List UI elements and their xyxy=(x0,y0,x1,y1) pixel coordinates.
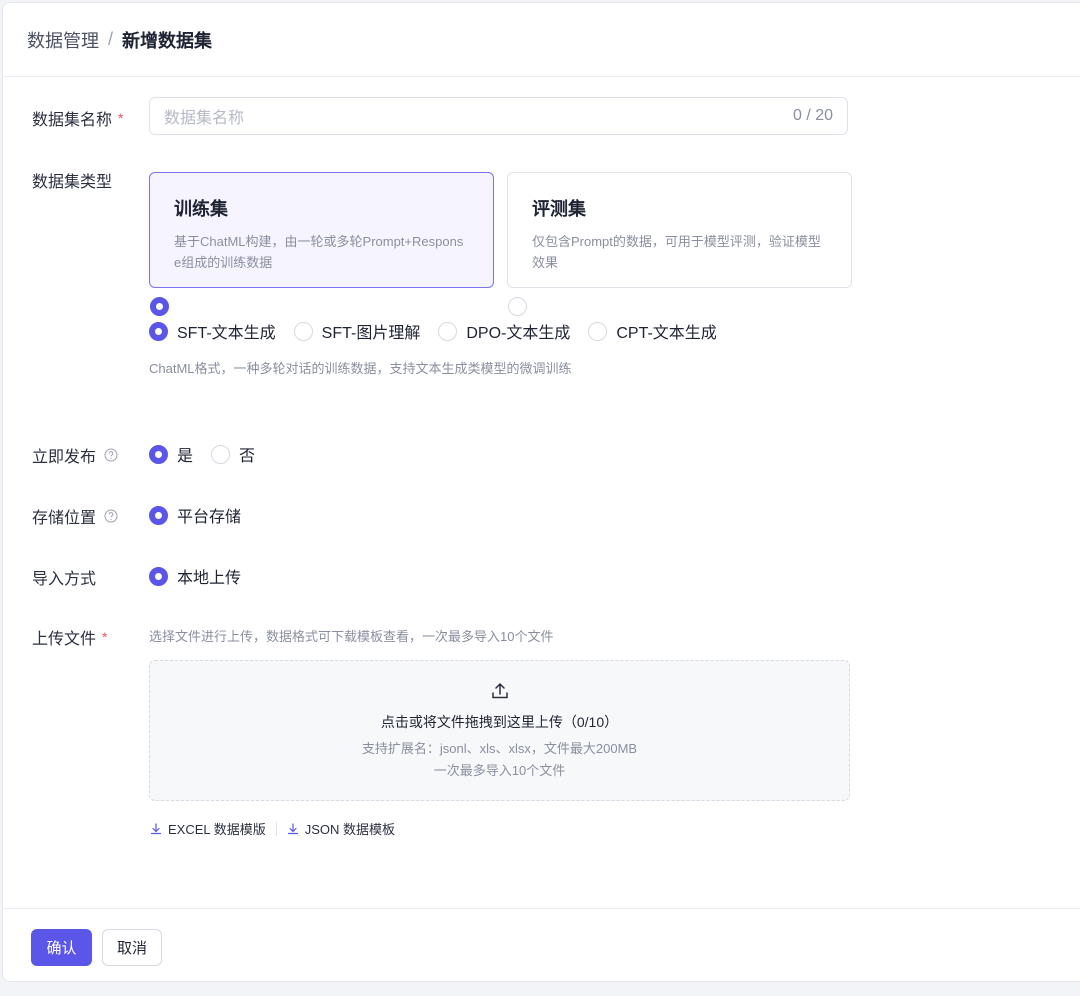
radio-label: SFT-文本生成 xyxy=(177,325,276,342)
card-title: 评测集 xyxy=(532,199,586,219)
excel-template-label: EXCEL 数据模版 xyxy=(168,822,266,837)
dropzone-title: 点击或将文件拖拽到这里上传（0/10） xyxy=(380,714,619,730)
subtype-hint: ChatML格式，一种多轮对话的训练数据，支持文本生成类模型的微调训练 xyxy=(149,361,572,376)
upload-icon xyxy=(491,683,508,699)
card-radio[interactable] xyxy=(508,297,527,316)
radio-label: 否 xyxy=(239,448,256,465)
upload-hint: 选择文件进行上传，数据格式可下载模板查看，一次最多导入10个文件 xyxy=(149,629,554,644)
radio-circle[interactable] xyxy=(438,321,458,341)
json-template-label: JSON 数据模板 xyxy=(304,822,396,837)
radio-circle[interactable] xyxy=(149,444,168,464)
publish-label: 立即发布 xyxy=(32,443,118,467)
radio-label: CPT-文本生成 xyxy=(616,325,717,342)
radio-label: SFT-图片理解 xyxy=(321,325,421,342)
train-subtype-radio-group: SFT-文本生成 SFT-图片理解 DPO-文本生成 CPT-文本生成 xyxy=(149,319,735,343)
card-description: 仅包含Prompt的数据，可用于模型评测，验证模型效果 xyxy=(532,234,821,270)
import-radio-group: 本地上传 xyxy=(149,564,259,588)
radio-publish-yes[interactable]: 是 xyxy=(149,442,193,466)
dataset-name-input[interactable]: 数据集名称 0 / 20 xyxy=(149,97,848,135)
card-description: 基于ChatML构建，由一轮或多轮Prompt+Response组成的训练数据 xyxy=(174,234,464,270)
card-title: 训练集 xyxy=(174,199,228,219)
radio-circle[interactable] xyxy=(149,566,168,586)
breadcrumb-separator: / xyxy=(108,29,114,49)
template-divider xyxy=(275,821,277,836)
upload-label: 上传文件 * xyxy=(32,625,107,649)
radio-sft-image[interactable]: SFT-图片理解 xyxy=(293,319,421,343)
dataset-name-placeholder: 数据集名称 xyxy=(164,110,245,127)
publish-radio-group: 是 否 xyxy=(149,442,273,466)
breadcrumb: 数据管理 / 新增数据集 xyxy=(3,3,1080,77)
storage-label-text: 存储位置 xyxy=(32,510,97,527)
radio-platform-storage[interactable]: 平台存储 xyxy=(149,503,241,527)
dropzone-limit: 一次最多导入10个文件 xyxy=(433,763,566,778)
dropzone-subtext: 支持扩展名：jsonl、xls、xlsx，文件最大200MB 一次最多导入10个… xyxy=(150,738,849,782)
radio-local-upload[interactable]: 本地上传 xyxy=(149,564,241,588)
required-mark: * xyxy=(118,110,124,126)
template-links: EXCEL 数据模版 JSON 数据模板 xyxy=(150,819,395,838)
radio-circle[interactable] xyxy=(149,321,168,341)
import-label: 导入方式 xyxy=(32,571,97,588)
radio-circle[interactable] xyxy=(293,321,313,341)
card-radio[interactable] xyxy=(150,297,169,316)
json-template-link[interactable]: JSON 数据模板 xyxy=(287,819,395,838)
radio-dpo-text[interactable]: DPO-文本生成 xyxy=(438,319,570,343)
radio-cpt-text[interactable]: CPT-文本生成 xyxy=(588,319,717,343)
dropzone-extensions: 支持扩展名：jsonl、xls、xlsx，文件最大200MB xyxy=(361,741,638,756)
download-icon xyxy=(150,822,162,834)
char-counter: 0 / 20 xyxy=(792,107,833,124)
page-card: 数据管理 / 新增数据集 数据集名称 * 数据集名称 0 / 20 数据集类型 … xyxy=(2,2,1080,982)
publish-label-text: 立即发布 xyxy=(32,449,97,466)
form-footer: 确认 取消 xyxy=(3,908,1080,982)
dataset-type-card-train[interactable]: 训练集 基于ChatML构建，由一轮或多轮Prompt+Response组成的训… xyxy=(149,172,494,316)
dataset-type-label: 数据集类型 xyxy=(32,174,113,191)
radio-label: 是 xyxy=(177,448,194,465)
breadcrumb-current: 新增数据集 xyxy=(122,30,213,51)
radio-circle[interactable] xyxy=(211,444,231,464)
excel-template-link[interactable]: EXCEL 数据模版 xyxy=(150,819,266,838)
download-icon xyxy=(287,822,298,834)
radio-publish-no[interactable]: 否 xyxy=(211,442,255,466)
help-icon[interactable] xyxy=(104,509,118,523)
dataset-type-card-eval[interactable]: 评测集 仅包含Prompt的数据，可用于模型评测，验证模型效果 xyxy=(507,172,852,316)
radio-circle[interactable] xyxy=(588,321,608,341)
upload-label-text: 上传文件 xyxy=(32,631,97,648)
help-icon[interactable] xyxy=(104,448,118,462)
cancel-button[interactable]: 取消 xyxy=(102,929,162,966)
dataset-name-label-text: 数据集名称 xyxy=(32,112,113,129)
radio-label: DPO-文本生成 xyxy=(466,325,571,342)
storage-label: 存储位置 xyxy=(32,504,118,528)
confirm-button[interactable]: 确认 xyxy=(31,929,92,966)
upload-dropzone[interactable]: 点击或将文件拖拽到这里上传（0/10） 支持扩展名：jsonl、xls、xlsx… xyxy=(149,660,850,801)
radio-circle[interactable] xyxy=(149,505,168,525)
breadcrumb-parent[interactable]: 数据管理 xyxy=(27,27,99,53)
required-mark: * xyxy=(102,629,108,645)
radio-label: 平台存储 xyxy=(177,509,242,526)
dataset-name-label: 数据集名称 * xyxy=(32,106,123,130)
radio-sft-text[interactable]: SFT-文本生成 xyxy=(149,319,276,343)
storage-radio-group: 平台存储 xyxy=(149,503,259,527)
radio-label: 本地上传 xyxy=(177,570,242,587)
